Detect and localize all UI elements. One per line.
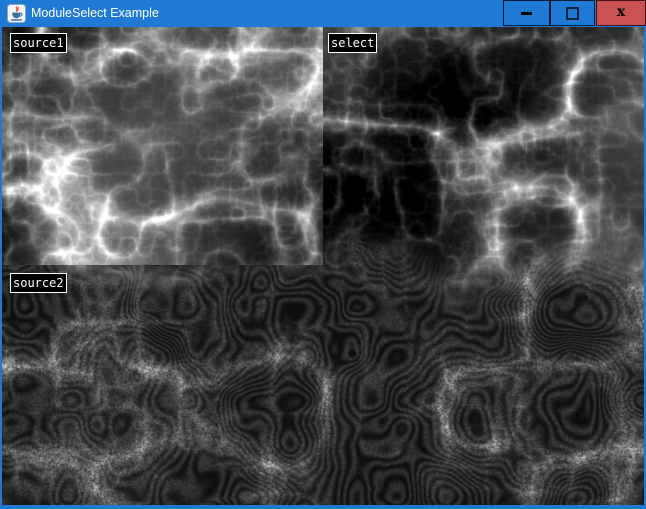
source1-label: source1: [10, 33, 67, 53]
titlebar[interactable]: ModuleSelect Example x: [0, 0, 646, 27]
close-button[interactable]: x: [596, 0, 646, 26]
minimize-button[interactable]: [503, 0, 550, 26]
maximize-button[interactable]: [550, 0, 595, 26]
maximize-icon: [566, 7, 579, 20]
window-title: ModuleSelect Example: [31, 0, 159, 27]
java-coffee-cup-icon: [7, 4, 26, 23]
window: ModuleSelect Example x source1 select so…: [0, 0, 646, 509]
content-area: source1 select source2: [2, 27, 644, 505]
close-icon: x: [617, 5, 625, 19]
source2-label: source2: [10, 273, 67, 293]
select-label: select: [328, 33, 377, 53]
source1-noise-image: [2, 27, 323, 265]
minimize-icon: [521, 12, 532, 15]
